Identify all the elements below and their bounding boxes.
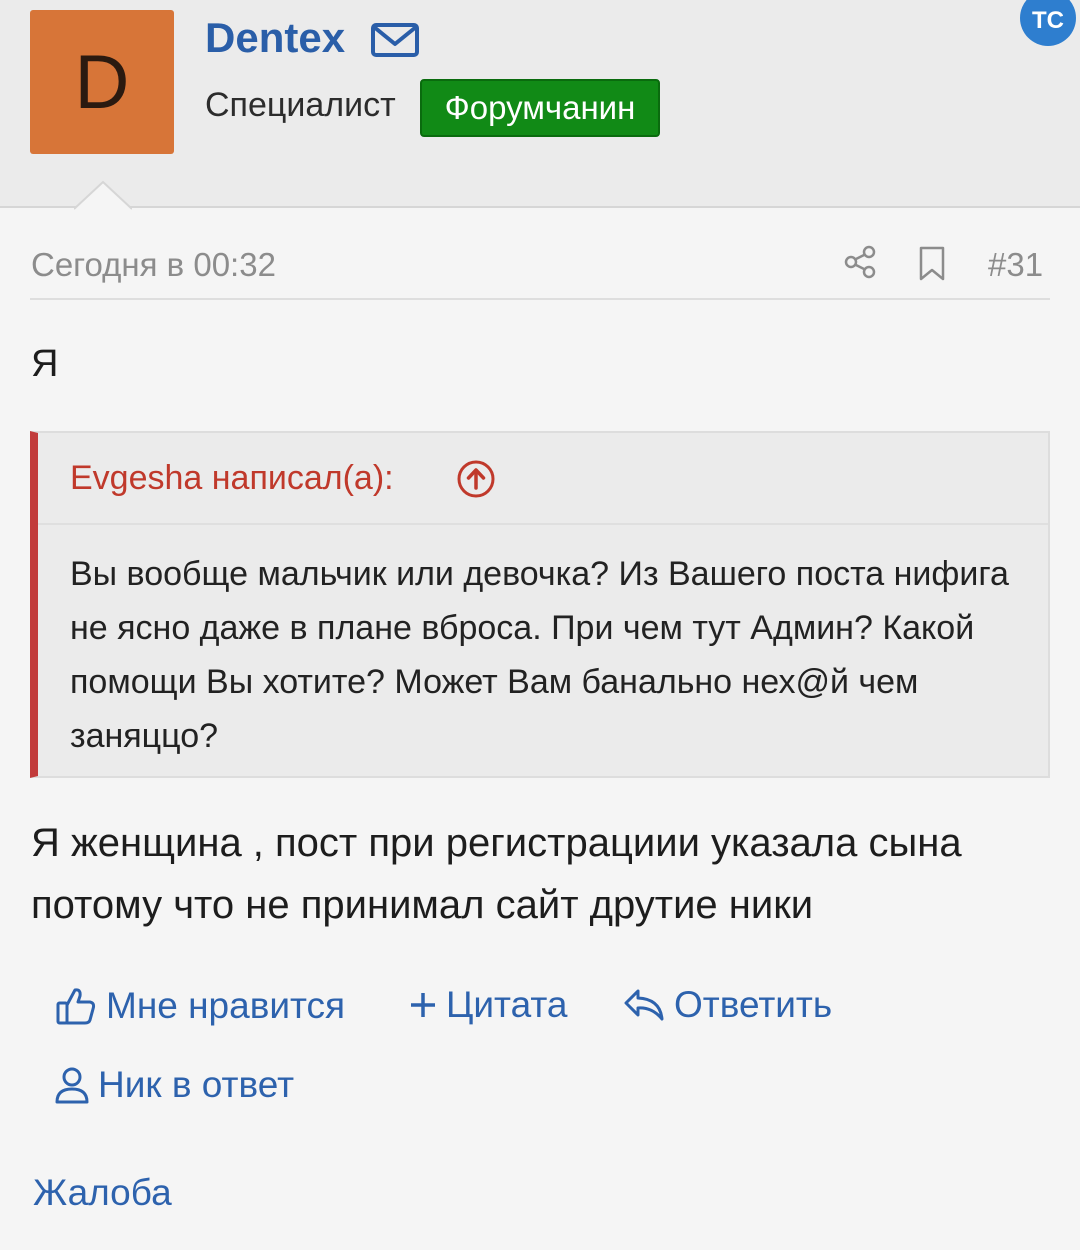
post-number-link[interactable]: #31 [988, 246, 1043, 284]
like-label: Мне нравится [106, 985, 346, 1026]
tc-label: ТС [1032, 7, 1064, 34]
quote-button[interactable]: Цитата [408, 984, 567, 1026]
badge-label: Форумчанин [444, 89, 636, 126]
forum-post: D Dentex Специалист Форумчанин ТС Сегодн… [0, 0, 1080, 1250]
user-icon [55, 1067, 89, 1104]
quote-block: Evgesha написал(а): Вы вообще мальчик ил… [30, 431, 1050, 778]
post-reply-text: Я женщина , пост при регистрациии указал… [31, 821, 962, 927]
username-link[interactable]: Dentex [205, 14, 345, 62]
bookmark-icon[interactable] [918, 246, 946, 282]
jump-to-quote-icon[interactable] [456, 459, 496, 499]
topic-starter-badge: ТС [1020, 0, 1076, 46]
quote-label: Цитата [446, 984, 568, 1025]
header-arrow-notch [74, 180, 132, 210]
meta-divider [30, 298, 1050, 300]
share-icon[interactable] [842, 244, 878, 280]
quote-author-link[interactable]: Evgesha написал(а): [70, 459, 394, 498]
report-link[interactable]: Жалоба [33, 1172, 172, 1214]
quote-text: Вы вообще мальчик или девочка? Из Вашего… [70, 555, 1009, 755]
user-rank-badge: Форумчанин [420, 79, 660, 137]
post-first-line: Я [31, 343, 59, 385]
reply-arrow-icon [624, 989, 664, 1021]
thumbs-up-icon [56, 988, 96, 1025]
quote-header: Evgesha написал(а): [38, 433, 1048, 525]
envelope-icon[interactable] [370, 20, 420, 60]
plus-icon [411, 993, 435, 1017]
reply-label: Ответить [674, 984, 833, 1025]
avatar-letter: D [74, 39, 130, 125]
reply-button[interactable]: Ответить [622, 984, 832, 1026]
avatar[interactable]: D [30, 10, 174, 154]
post-author-header: D Dentex Специалист Форумчанин ТС [0, 0, 1080, 210]
nick-reply-button[interactable]: Ник в ответ [54, 1064, 294, 1106]
nick-label: Ник в ответ [98, 1064, 295, 1105]
user-title: Специалист [205, 86, 396, 124]
post-date[interactable]: Сегодня в 00:32 [31, 246, 276, 284]
like-button[interactable]: Мне нравится [54, 984, 345, 1028]
